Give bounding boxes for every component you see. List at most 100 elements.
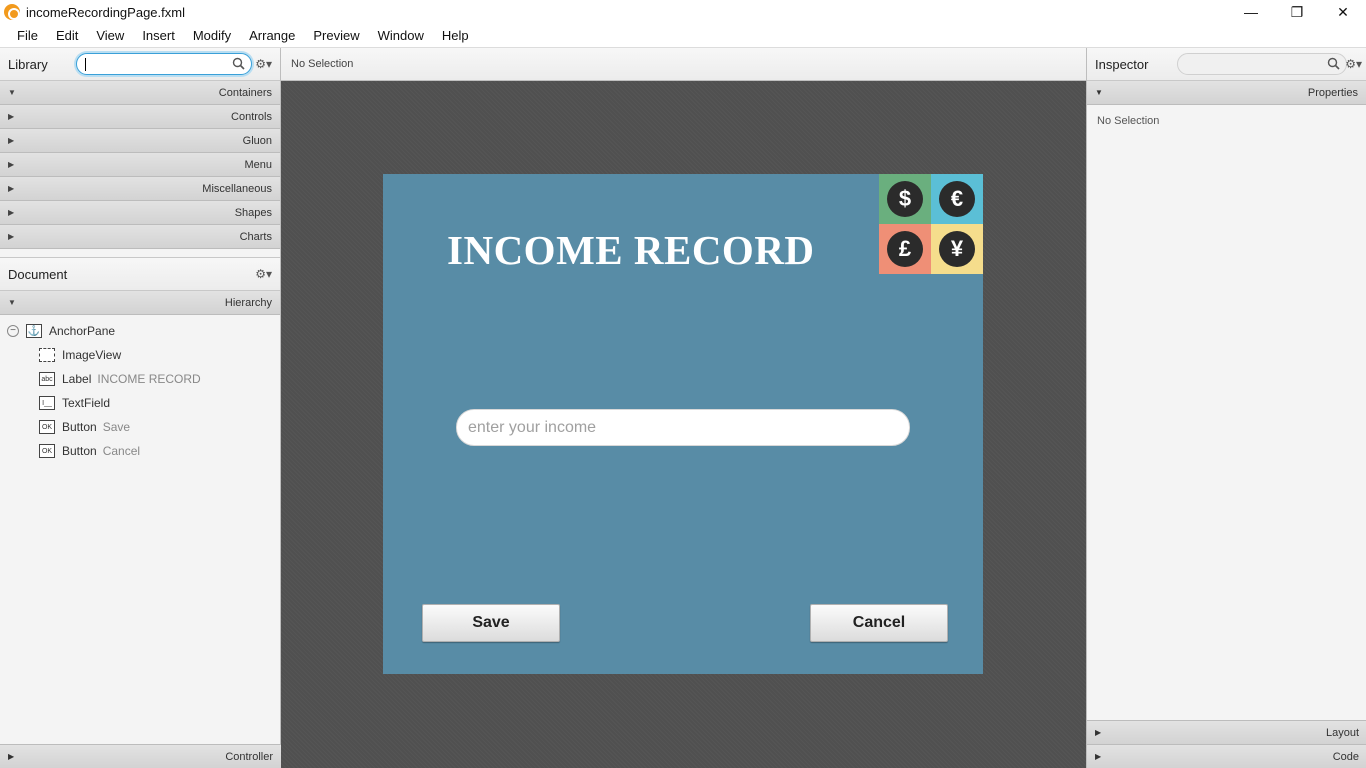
cancel-button[interactable]: Cancel <box>810 604 948 642</box>
properties-section[interactable]: ▼ Properties <box>1087 81 1366 105</box>
restore-button[interactable]: ❐ <box>1274 0 1320 24</box>
library-section-gluon[interactable]: ▶ Gluon <box>0 129 280 153</box>
dollar-icon: $ <box>887 181 923 217</box>
yen-icon: ¥ <box>939 231 975 267</box>
anchor-pane[interactable]: INCOME RECORD $ € £ ¥ Save Cancel <box>383 174 983 674</box>
euro-icon: € <box>939 181 975 217</box>
button-icon: OK <box>39 420 55 434</box>
section-label: Code <box>1332 750 1359 763</box>
selection-status: No Selection <box>291 58 354 70</box>
menu-insert[interactable]: Insert <box>133 28 184 43</box>
tree-item-button-cancel[interactable]: OK Button Cancel <box>0 439 280 463</box>
tree-item-type: ImageView <box>62 348 122 362</box>
minimize-button[interactable]: — <box>1228 0 1274 24</box>
title-bar: incomeRecordingPage.fxml — ❐ ✕ <box>0 0 1366 24</box>
section-label: Layout <box>1325 726 1359 739</box>
menu-arrange[interactable]: Arrange <box>240 28 304 43</box>
currency-image-view[interactable]: $ € £ ¥ <box>879 174 983 274</box>
search-icon <box>1327 57 1340 70</box>
tree-item-hint: INCOME RECORD <box>97 372 201 386</box>
pound-tile: £ <box>879 224 931 274</box>
controller-section[interactable]: ▶ Controller <box>0 744 281 768</box>
library-search-input[interactable] <box>76 53 252 75</box>
form-title-label[interactable]: INCOME RECORD <box>447 226 815 274</box>
library-section-menu[interactable]: ▶ Menu <box>0 153 280 177</box>
section-label: Gluon <box>242 134 272 147</box>
scene-builder-app-icon <box>4 4 20 20</box>
document-title: Document <box>8 266 68 282</box>
menu-help[interactable]: Help <box>433 28 478 43</box>
layout-section[interactable]: ▶ Layout <box>1087 720 1366 744</box>
document-header: Document ⚙▾ <box>0 257 280 291</box>
pound-icon: £ <box>887 231 923 267</box>
hierarchy-section[interactable]: ▼ Hierarchy <box>0 291 280 315</box>
chevron-right-icon: ▶ <box>8 208 15 217</box>
section-label: Containers <box>218 86 272 99</box>
section-label: Menu <box>244 158 272 171</box>
document-gear-icon[interactable]: ⚙▾ <box>255 267 272 281</box>
inspector-bottom-sections: ▶ Layout ▶ Code <box>1087 720 1366 768</box>
tree-item-label[interactable]: abc Label INCOME RECORD <box>0 367 280 391</box>
library-section-controls[interactable]: ▶ Controls <box>0 105 280 129</box>
hierarchy-tree: − ⚓ AnchorPane ImageView abc Label INCOM… <box>0 315 280 463</box>
tree-item-textfield[interactable]: I__ TextField <box>0 391 280 415</box>
euro-tile: € <box>931 174 983 224</box>
section-label: Shapes <box>234 206 272 219</box>
library-title: Library <box>8 56 48 72</box>
anchor-icon: ⚓ <box>26 324 42 338</box>
tree-item-type: Button <box>62 444 97 458</box>
menu-file[interactable]: File <box>8 28 47 43</box>
chevron-right-icon: ▶ <box>8 112 15 121</box>
tree-item-type: AnchorPane <box>49 324 116 338</box>
textfield-icon: I__ <box>39 396 55 410</box>
menu-window[interactable]: Window <box>369 28 433 43</box>
tree-item-hint: Save <box>102 420 131 434</box>
library-gear-icon[interactable]: ⚙▾ <box>255 57 272 71</box>
library-section-shapes[interactable]: ▶ Shapes <box>0 201 280 225</box>
content-area: No Selection INCOME RECORD $ € £ ¥ Save … <box>281 48 1086 768</box>
inspector-search-input[interactable] <box>1177 53 1347 75</box>
chevron-down-icon: ▼ <box>8 88 16 97</box>
inspector-no-selection: No Selection <box>1097 115 1160 127</box>
save-button[interactable]: Save <box>422 604 560 642</box>
inspector-header: Inspector ⚙▾ <box>1087 48 1366 81</box>
tree-item-button-save[interactable]: OK Button Save <box>0 415 280 439</box>
tree-item-type: Label <box>62 372 92 386</box>
chevron-right-icon: ▶ <box>8 232 15 241</box>
section-label: Controller <box>225 750 273 763</box>
yen-tile: ¥ <box>931 224 983 274</box>
chevron-right-icon: ▶ <box>8 136 15 145</box>
tree-item-type: Button <box>62 420 97 434</box>
menu-edit[interactable]: Edit <box>47 28 87 43</box>
chevron-right-icon: ▶ <box>8 160 15 169</box>
left-panel: Library ⚙▾ ▼ Containers ▶ Controls ▶ Gluon … <box>0 48 281 768</box>
imageview-icon <box>39 348 55 362</box>
menu-modify[interactable]: Modify <box>184 28 240 43</box>
income-input[interactable] <box>456 409 910 446</box>
inspector-gear-icon[interactable]: ⚙▾ <box>1345 57 1362 71</box>
library-section-charts[interactable]: ▶ Charts <box>0 225 280 249</box>
text-caret <box>85 58 86 71</box>
window-title: incomeRecordingPage.fxml <box>26 4 185 20</box>
chevron-down-icon: ▼ <box>1095 88 1103 97</box>
library-header: Library ⚙▾ <box>0 48 280 81</box>
code-section[interactable]: ▶ Code <box>1087 744 1366 768</box>
section-label: Hierarchy <box>224 296 272 309</box>
section-label: Charts <box>239 230 272 243</box>
chevron-right-icon: ▶ <box>1095 728 1102 737</box>
tree-item-imageview[interactable]: ImageView <box>0 343 280 367</box>
library-sections: ▼ Containers ▶ Controls ▶ Gluon ▶ Menu ▶ Misc… <box>0 81 280 249</box>
design-canvas[interactable]: INCOME RECORD $ € £ ¥ Save Cancel <box>281 81 1086 768</box>
section-label: Controls <box>231 110 272 123</box>
chevron-right-icon: ▶ <box>8 752 15 761</box>
tree-item-anchorpane[interactable]: − ⚓ AnchorPane <box>0 319 280 343</box>
menu-view[interactable]: View <box>87 28 133 43</box>
menu-preview[interactable]: Preview <box>304 28 368 43</box>
library-section-containers[interactable]: ▼ Containers <box>0 81 280 105</box>
tree-item-hint: Cancel <box>102 444 141 458</box>
inspector-title: Inspector <box>1095 56 1149 72</box>
collapse-icon[interactable]: − <box>7 325 19 337</box>
close-button[interactable]: ✕ <box>1320 0 1366 24</box>
library-section-miscellaneous[interactable]: ▶ Miscellaneous <box>0 177 280 201</box>
button-icon: OK <box>39 444 55 458</box>
